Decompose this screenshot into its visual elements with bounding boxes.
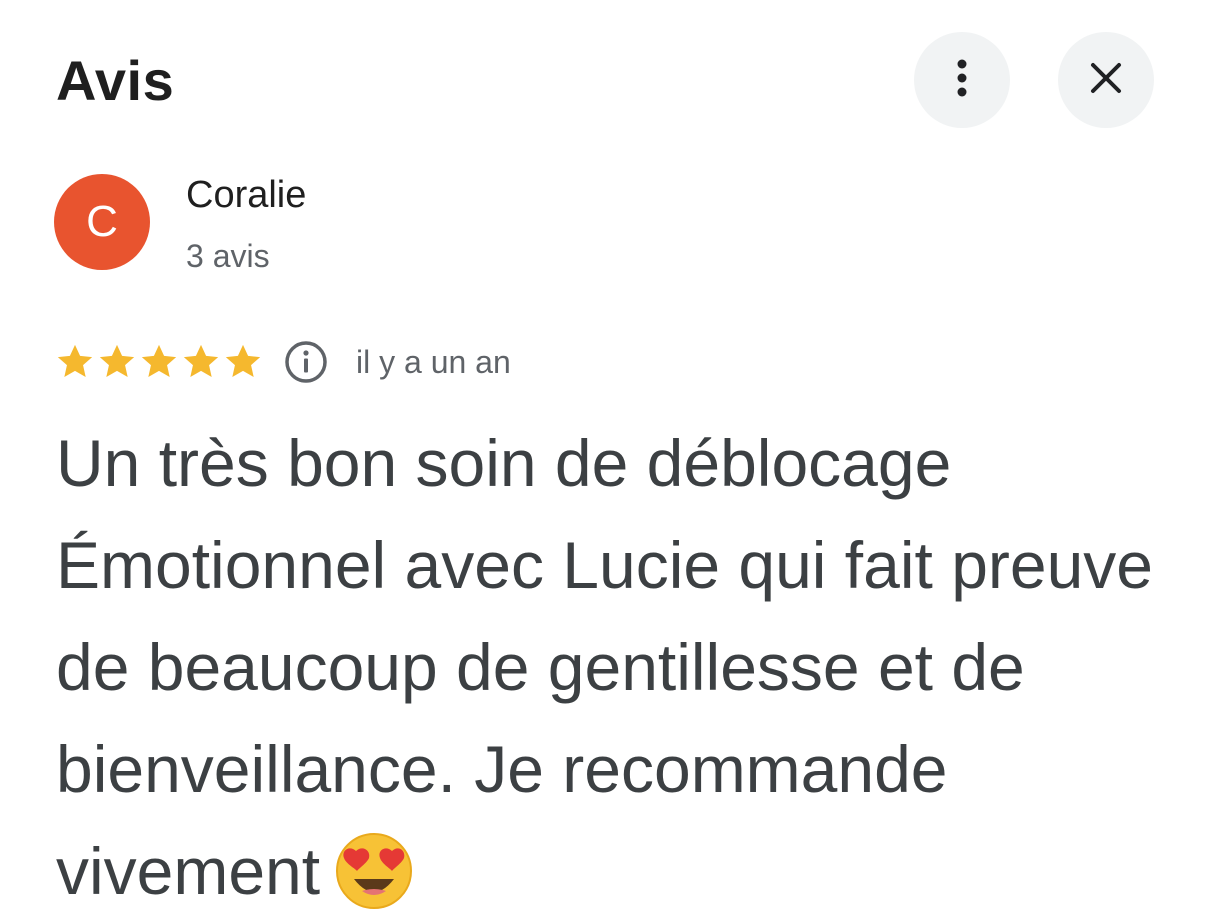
close-button[interactable] xyxy=(1058,32,1154,128)
review-text: Un très bon soin de déblocage Émotionnel… xyxy=(56,412,1166,915)
avatar-initial: C xyxy=(86,197,118,246)
star-icon xyxy=(54,341,96,383)
star-icon xyxy=(180,341,222,383)
more-vert-icon xyxy=(956,58,968,103)
rating-row: il y a un an xyxy=(54,336,511,388)
author-review-count: 3 avis xyxy=(186,238,270,274)
review-date: il y a un an xyxy=(356,343,511,380)
more-options-button[interactable] xyxy=(914,32,1010,128)
avatar[interactable]: C xyxy=(54,174,150,270)
heart-eyes-emoji-icon xyxy=(334,831,414,911)
star-icon xyxy=(96,341,138,383)
page-title: Avis xyxy=(56,49,175,112)
close-icon xyxy=(1089,61,1123,100)
info-icon[interactable] xyxy=(282,338,330,386)
star-icon xyxy=(222,341,264,383)
review-body: Un très bon soin de déblocage Émotionnel… xyxy=(56,426,1153,908)
star-icon xyxy=(138,341,180,383)
star-rating xyxy=(54,341,264,383)
review-dialog: Avis C Coralie 3 avis il y a un an Un tr… xyxy=(0,0,1214,915)
author-name[interactable]: Coralie xyxy=(186,174,306,217)
